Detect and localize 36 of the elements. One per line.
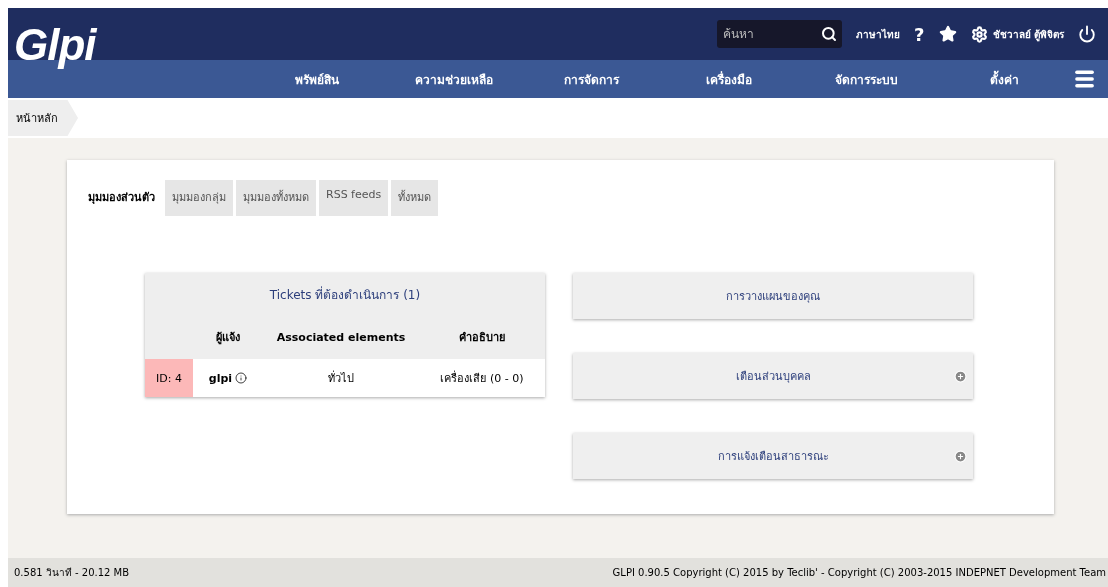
search-field[interactable]: ค้นหา	[717, 20, 843, 48]
panel-title: การวางแผนของคุณ	[726, 289, 820, 305]
star-icon[interactable]	[938, 25, 957, 43]
expand-icon[interactable]	[954, 369, 967, 383]
logout-icon[interactable]	[1078, 25, 1096, 43]
expand-icon[interactable]	[954, 449, 967, 463]
nav-menu-item[interactable]: เครื่องมือ	[660, 69, 798, 89]
table-cell: เครื่องเสีย (0 - 0)	[419, 359, 545, 397]
info-icon[interactable]	[235, 372, 248, 384]
column-header: คำอธิบาย	[419, 315, 545, 359]
view-tab[interactable]: มุมมองกลุ่ม	[165, 180, 233, 216]
nav-menu-item[interactable]: ตั้งค่า	[935, 69, 1073, 89]
requester-link[interactable]: glpi	[208, 371, 233, 385]
nav-menu-item[interactable]: ความช่วยเหลือ	[385, 69, 523, 89]
search-icon[interactable]	[821, 26, 838, 42]
page-stats: 0.581 วินาที - 20.12 MB	[14, 566, 130, 580]
user-name-link[interactable]: ชัชวาลย์ ตู้พิจิตร	[992, 26, 1064, 42]
view-tab[interactable]: มุมมองทั้งหมด	[236, 180, 316, 216]
glpi-logo[interactable]: Glpi	[14, 20, 96, 70]
panel-title: การแจ้งเตือนสาธารณะ	[717, 449, 829, 465]
settings-icon[interactable]	[970, 25, 988, 43]
language-link[interactable]: ภาษาไทย	[856, 26, 901, 42]
column-header: Associated elements	[263, 315, 419, 359]
breadcrumb-link[interactable]: หน้าหลัก	[8, 100, 78, 136]
view-tab[interactable]: มุมมองส่วนตัว	[81, 180, 162, 216]
view-tab[interactable]: ทั้งหมด	[391, 180, 439, 216]
ticket-id-cell: ID: 4	[145, 359, 193, 397]
column-header: ผู้แจ้ง	[193, 315, 263, 359]
nav-menu-item[interactable]: จัดการระบบ	[797, 69, 936, 89]
table-title: Tickets ที่ต้องดำเนินการ (1)	[145, 273, 545, 315]
view-tab[interactable]: RSS feeds	[319, 180, 389, 216]
nav-menu-item[interactable]: การจัดการ	[522, 69, 661, 89]
copyright-text: GLPI 0.90.5 Copyright (C) 2015 by Teclib' - Copyright (C) 2003-2015 INDEPNET Development Team	[612, 567, 1106, 578]
nav-menu-item[interactable]: พรัพย์สิน	[248, 69, 386, 89]
panel-title: เตือนส่วนบุคคล	[735, 369, 811, 385]
help-link[interactable]: ?	[914, 23, 925, 45]
